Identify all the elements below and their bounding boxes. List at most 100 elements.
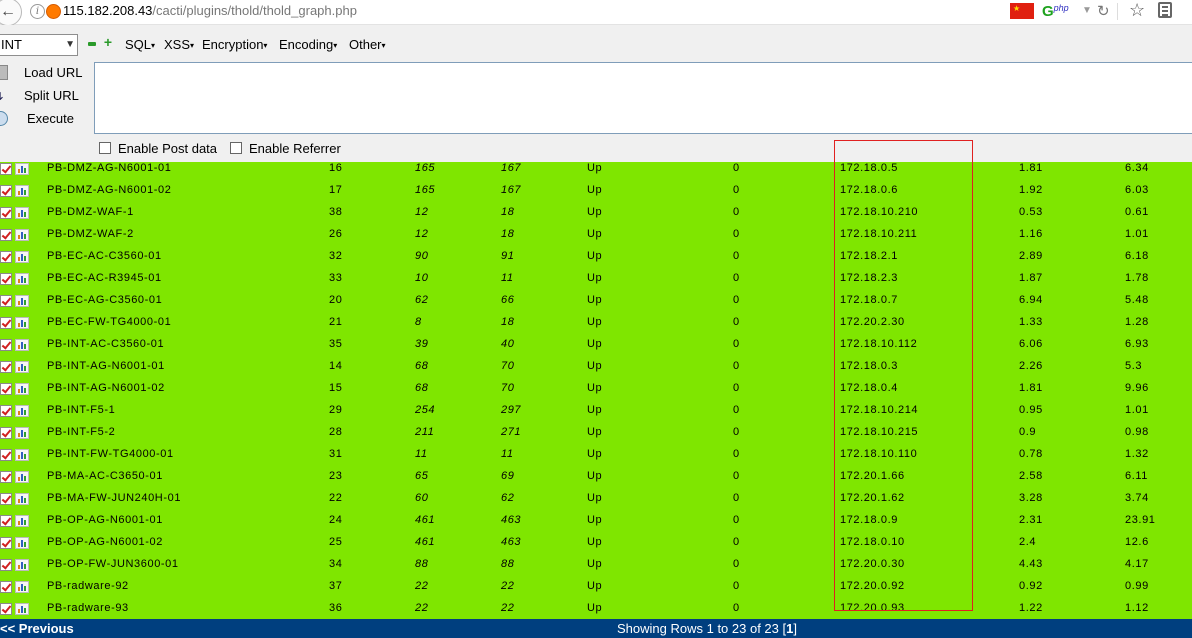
graph-bars-icon[interactable]: [15, 427, 29, 439]
enable-referrer-checkbox[interactable]: [230, 142, 242, 154]
cell-status: Up: [587, 360, 603, 372]
table-row: PB-OP-AG-N6001-02 25 461 463 Up 0 172.18.0.10 2…: [0, 536, 1192, 558]
php-extension-icon[interactable]: Gphp: [1042, 3, 1069, 20]
back-arrow-icon[interactable]: ←: [0, 0, 22, 26]
graph-bars-icon[interactable]: [15, 339, 29, 351]
graph-bars-icon[interactable]: [15, 537, 29, 549]
threshold-check-icon[interactable]: [0, 515, 12, 527]
cell-name[interactable]: PB-INT-F5-1: [47, 404, 115, 416]
graph-bars-icon[interactable]: [15, 581, 29, 593]
threshold-check-icon[interactable]: [0, 581, 12, 593]
threshold-check-icon[interactable]: [0, 559, 12, 571]
extension-badge-icon[interactable]: [46, 4, 61, 19]
cell-z: 0: [733, 382, 740, 394]
cell-name[interactable]: PB-INT-AC-C3560-01: [47, 338, 164, 350]
threshold-check-icon[interactable]: [0, 471, 12, 483]
cell-name[interactable]: PB-DMZ-WAF-2: [47, 228, 134, 240]
graph-bars-icon[interactable]: [15, 515, 29, 527]
encryption-menu[interactable]: Encryption▾: [202, 37, 267, 52]
cell-name[interactable]: PB-EC-AC-R3945-01: [47, 272, 162, 284]
address-field[interactable]: 115.182.208.43/cacti/plugins/thold/thold…: [63, 3, 357, 18]
cell-name[interactable]: PB-OP-AG-N6001-02: [47, 536, 163, 548]
cell-z: 0: [733, 338, 740, 350]
cell-name[interactable]: PB-radware-92: [47, 580, 129, 592]
cell-z: 0: [733, 448, 740, 460]
cell-name[interactable]: PB-DMZ-WAF-1: [47, 206, 134, 218]
graph-bars-icon[interactable]: [15, 383, 29, 395]
reload-icon[interactable]: ↻: [1097, 2, 1110, 20]
threshold-check-icon[interactable]: [0, 185, 12, 197]
graph-bars-icon[interactable]: [15, 361, 29, 373]
threshold-check-icon[interactable]: [0, 427, 12, 439]
threshold-check-icon[interactable]: [0, 207, 12, 219]
cell-name[interactable]: PB-INT-F5-2: [47, 426, 115, 438]
site-info-icon[interactable]: i: [30, 4, 45, 19]
cell-name[interactable]: PB-MA-FW-JUN240H-01: [47, 492, 181, 504]
cell-name[interactable]: PB-EC-AG-C3560-01: [47, 294, 162, 306]
cell-a: 60: [415, 492, 429, 504]
table-row: PB-EC-AG-C3560-01 20 62 66 Up 0 172.18.0.7 6.94…: [0, 294, 1192, 316]
dropdown-arrow-icon[interactable]: ▼: [1082, 5, 1092, 16]
threshold-check-icon[interactable]: [0, 317, 12, 329]
cell-name[interactable]: PB-OP-AG-N6001-01: [47, 514, 163, 526]
graph-bars-icon[interactable]: [15, 207, 29, 219]
graph-bars-icon[interactable]: [15, 185, 29, 197]
cell-name[interactable]: PB-DMZ-AG-N6001-01: [47, 162, 172, 174]
threshold-check-icon[interactable]: [0, 405, 12, 417]
graph-bars-icon[interactable]: [15, 449, 29, 461]
threshold-check-icon[interactable]: [0, 383, 12, 395]
threshold-check-icon[interactable]: [0, 295, 12, 307]
cell-z: 0: [733, 162, 740, 174]
table-row: PB-INT-F5-2 28 211 271 Up 0 172.18.10.215 0.9 0.…: [0, 426, 1192, 448]
graph-bars-icon[interactable]: [15, 317, 29, 329]
cell-z: 0: [733, 470, 740, 482]
other-menu[interactable]: Other▾: [349, 37, 386, 52]
cell-b: 40: [501, 338, 515, 350]
cell-name[interactable]: PB-EC-FW-TG4000-01: [47, 316, 171, 328]
cell-name[interactable]: PB-INT-FW-TG4000-01: [47, 448, 174, 460]
url-textarea[interactable]: [94, 62, 1192, 134]
cell-v1: 1.22: [1019, 602, 1043, 614]
integer-type-select[interactable]: INT ▼: [0, 34, 78, 56]
graph-bars-icon[interactable]: [15, 273, 29, 285]
graph-bars-icon[interactable]: [15, 163, 29, 175]
threshold-check-icon[interactable]: [0, 493, 12, 505]
threshold-check-icon[interactable]: [0, 229, 12, 241]
graph-bars-icon[interactable]: [15, 405, 29, 417]
graph-bars-icon[interactable]: [15, 471, 29, 483]
cell-name[interactable]: PB-MA-AC-C3650-01: [47, 470, 163, 482]
xss-menu[interactable]: XSS▾: [164, 37, 194, 52]
threshold-check-icon[interactable]: [0, 603, 12, 615]
graph-bars-icon[interactable]: [15, 251, 29, 263]
graph-bars-icon[interactable]: [15, 603, 29, 615]
enable-post-checkbox[interactable]: [99, 142, 111, 154]
cell-name[interactable]: PB-radware-93: [47, 602, 129, 614]
cell-name[interactable]: PB-INT-AG-N6001-01: [47, 360, 165, 372]
increase-icon[interactable]: +: [102, 35, 114, 49]
cell-name[interactable]: PB-INT-AG-N6001-02: [47, 382, 165, 394]
china-flag-icon[interactable]: ★: [1010, 3, 1034, 19]
graph-bars-icon[interactable]: [15, 559, 29, 571]
cell-name[interactable]: PB-EC-AC-C3560-01: [47, 250, 162, 262]
threshold-check-icon[interactable]: [0, 273, 12, 285]
threshold-check-icon[interactable]: [0, 163, 12, 175]
cell-status: Up: [587, 338, 603, 350]
cell-v2: 3.74: [1125, 492, 1149, 504]
reading-list-icon[interactable]: [1158, 2, 1172, 18]
graph-bars-icon[interactable]: [15, 229, 29, 241]
decrease-icon[interactable]: [88, 42, 96, 46]
table-row: PB-OP-FW-JUN3600-01 34 88 88 Up 0 172.20.0.30 4…: [0, 558, 1192, 580]
threshold-check-icon[interactable]: [0, 449, 12, 461]
threshold-check-icon[interactable]: [0, 537, 12, 549]
previous-link[interactable]: << Previous: [0, 621, 74, 636]
bookmark-star-icon[interactable]: ☆: [1129, 0, 1145, 21]
threshold-check-icon[interactable]: [0, 251, 12, 263]
graph-bars-icon[interactable]: [15, 493, 29, 505]
threshold-check-icon[interactable]: [0, 339, 12, 351]
graph-bars-icon[interactable]: [15, 295, 29, 307]
sql-menu[interactable]: SQL▾: [125, 37, 155, 52]
encoding-menu[interactable]: Encoding▾: [279, 37, 337, 52]
cell-name[interactable]: PB-DMZ-AG-N6001-02: [47, 184, 172, 196]
cell-name[interactable]: PB-OP-FW-JUN3600-01: [47, 558, 179, 570]
threshold-check-icon[interactable]: [0, 361, 12, 373]
